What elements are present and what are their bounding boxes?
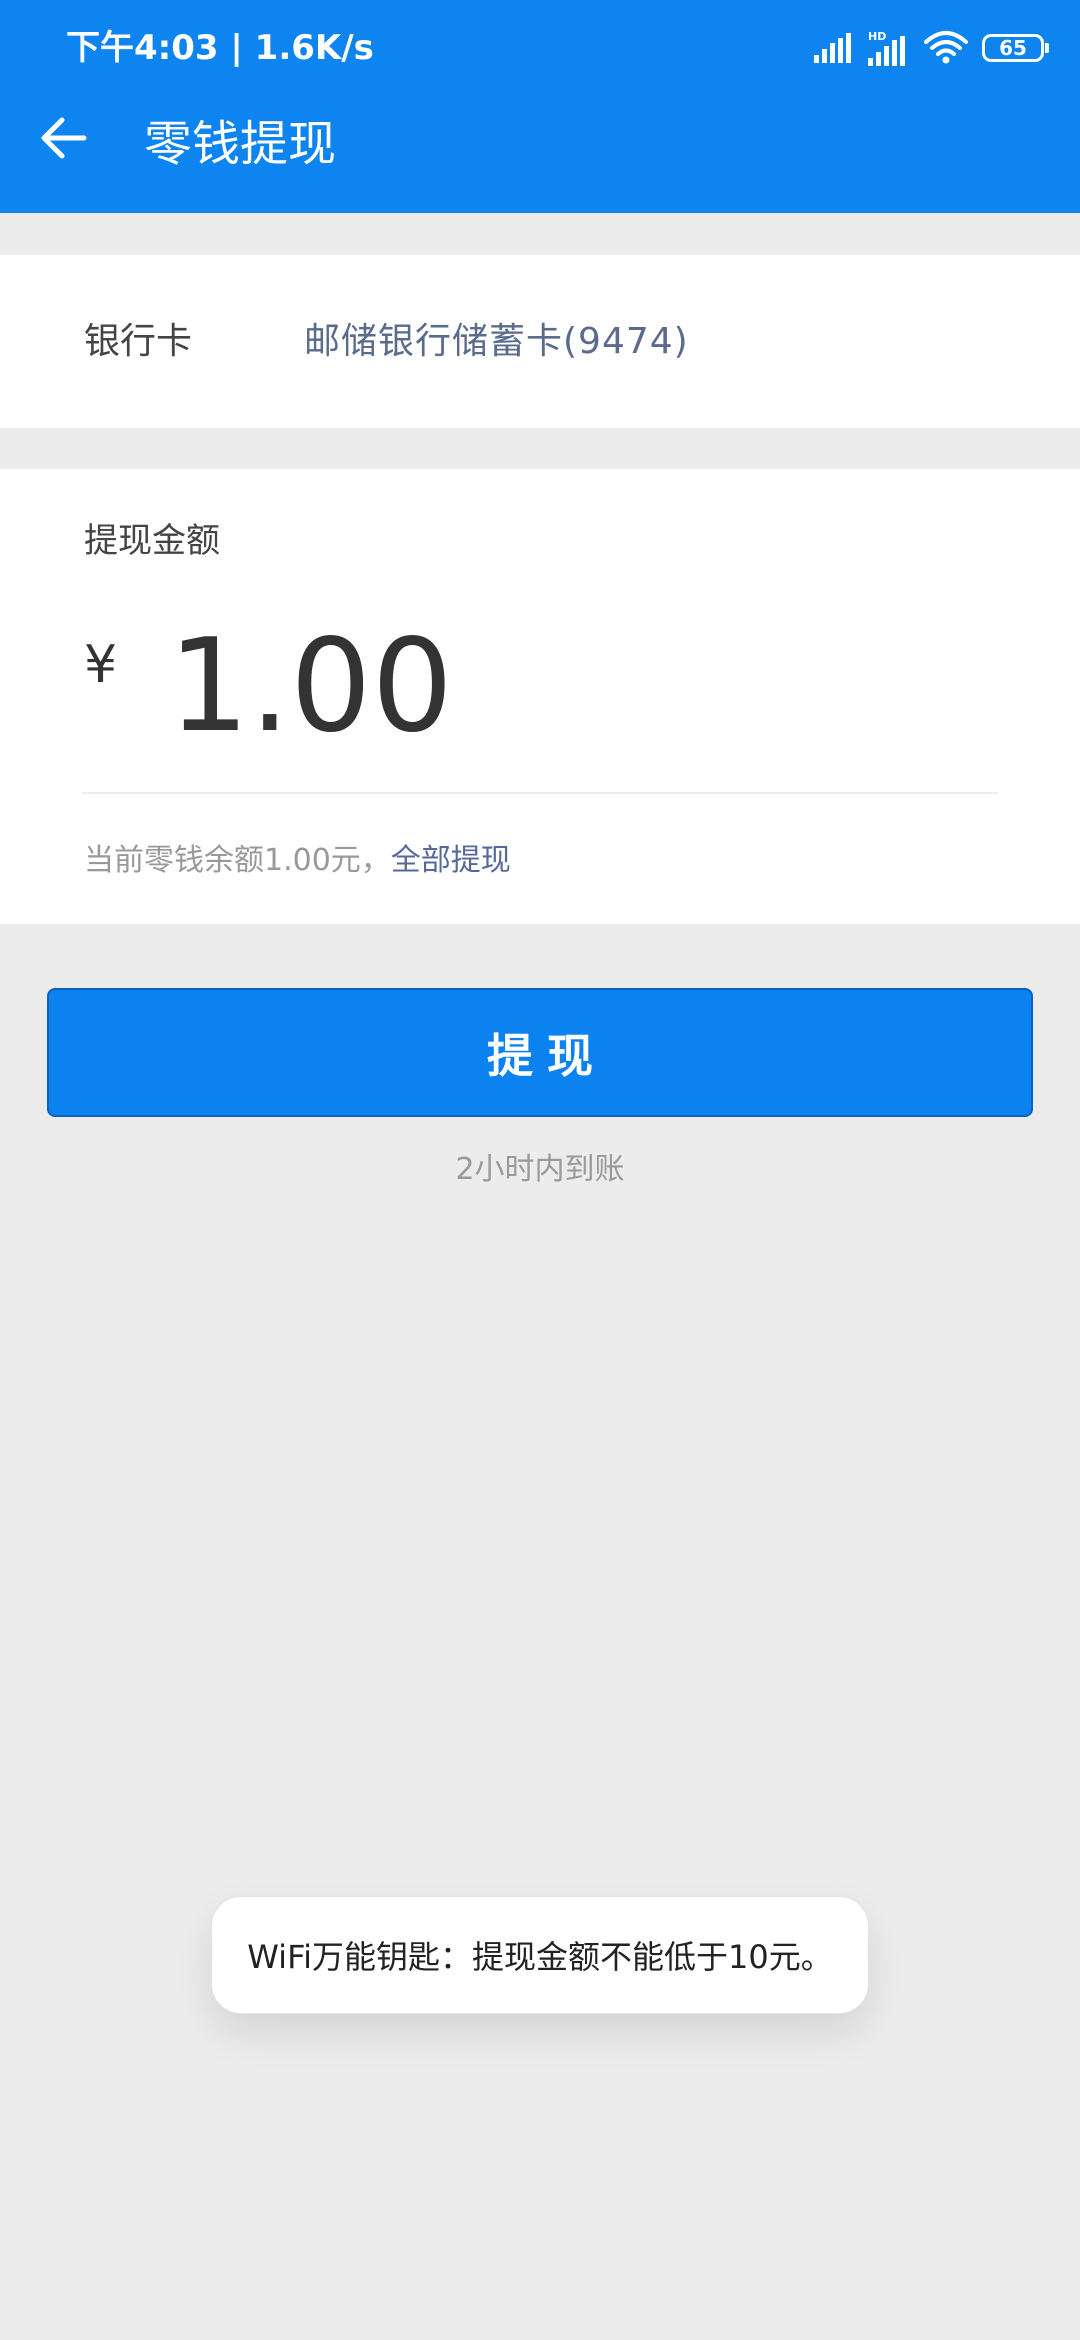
hd-signal-icon: HD	[868, 30, 905, 66]
withdraw-all-link[interactable]: 全部提现	[391, 843, 511, 878]
network-badge: HD	[868, 30, 886, 43]
wifi-icon	[924, 31, 968, 64]
bank-card-value: 邮储银行储蓄卡(9474)	[304, 321, 689, 362]
battery-icon: 65	[982, 34, 1049, 62]
signal-icon	[814, 33, 851, 63]
toast-message: WiFi万能钥匙：提现金额不能低于10元。	[211, 1896, 869, 2014]
page-title: 零钱提现	[144, 116, 337, 172]
bank-card-label: 银行卡	[84, 321, 193, 362]
amount-input[interactable]: 1.00	[168, 617, 453, 757]
top-bar: 下午4:03 | 1.6K/s HD 65 零钱提现	[0, 0, 1080, 213]
status-time: 下午4:03 | 1.6K/s	[66, 28, 374, 68]
balance-text: 当前零钱余额1.00元，	[84, 843, 391, 878]
currency-symbol: ¥	[84, 635, 118, 695]
balance-line: 当前零钱余额1.00元，全部提现	[84, 839, 511, 883]
amount-divider	[82, 792, 998, 794]
bank-card-row[interactable]: 银行卡 邮储银行储蓄卡(9474)	[0, 255, 1080, 428]
back-button[interactable]	[32, 106, 96, 170]
withdraw-button[interactable]: 提现	[47, 988, 1033, 1117]
amount-label: 提现金额	[84, 521, 220, 561]
status-icons: HD 65	[814, 26, 1049, 70]
back-arrow-icon	[41, 117, 87, 159]
amount-card: 提现金额 ¥ 1.00 当前零钱余额1.00元，全部提现	[0, 469, 1080, 924]
arrival-note: 2小时内到账	[455, 1152, 625, 1187]
